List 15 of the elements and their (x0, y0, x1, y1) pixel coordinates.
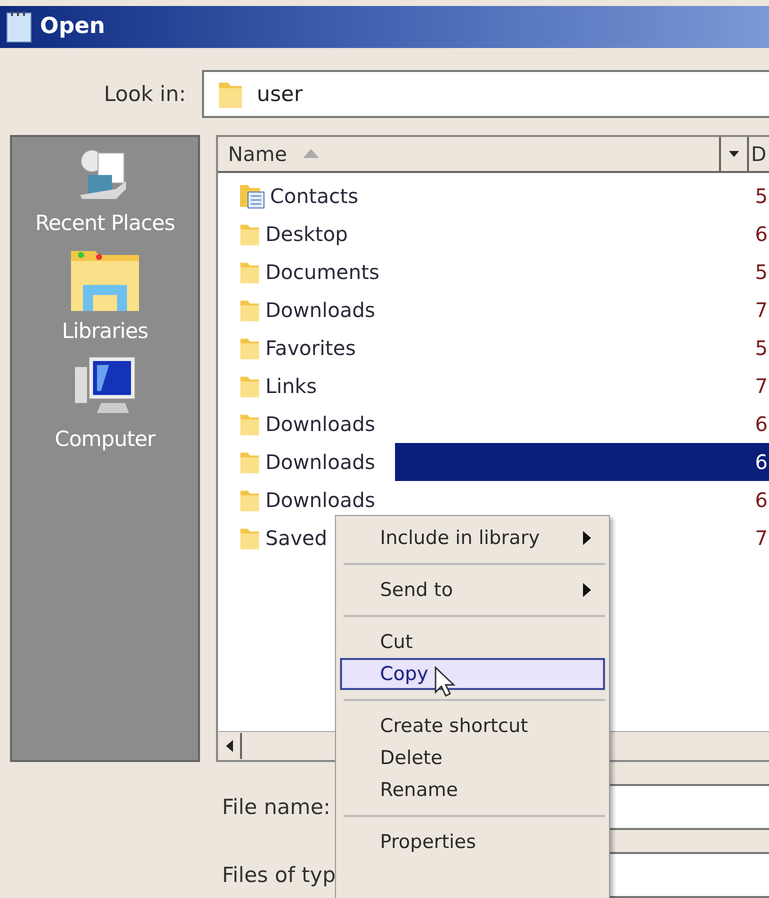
table-cell-text: 7 (754, 372, 769, 400)
table-cell-text: 6 (754, 410, 769, 438)
look-in-value: user (256, 82, 303, 106)
file-name-label: File name: (222, 795, 332, 819)
look-in-label: Look in: (102, 82, 187, 106)
table-cell-text: 5 (754, 334, 769, 362)
table-cell-text: 5 (754, 182, 769, 210)
table-cell-text: 5 (754, 258, 769, 286)
table-cell: 6 (751, 442, 769, 481)
table-cell-text: 6 (754, 220, 769, 248)
table-cell-text: 7 (754, 296, 769, 324)
window-title: Open (40, 14, 106, 40)
table-cell-text: 7 (754, 524, 769, 552)
files-of-type-label: Files of typ (222, 863, 334, 887)
table-cell-text: 6 (754, 486, 769, 514)
